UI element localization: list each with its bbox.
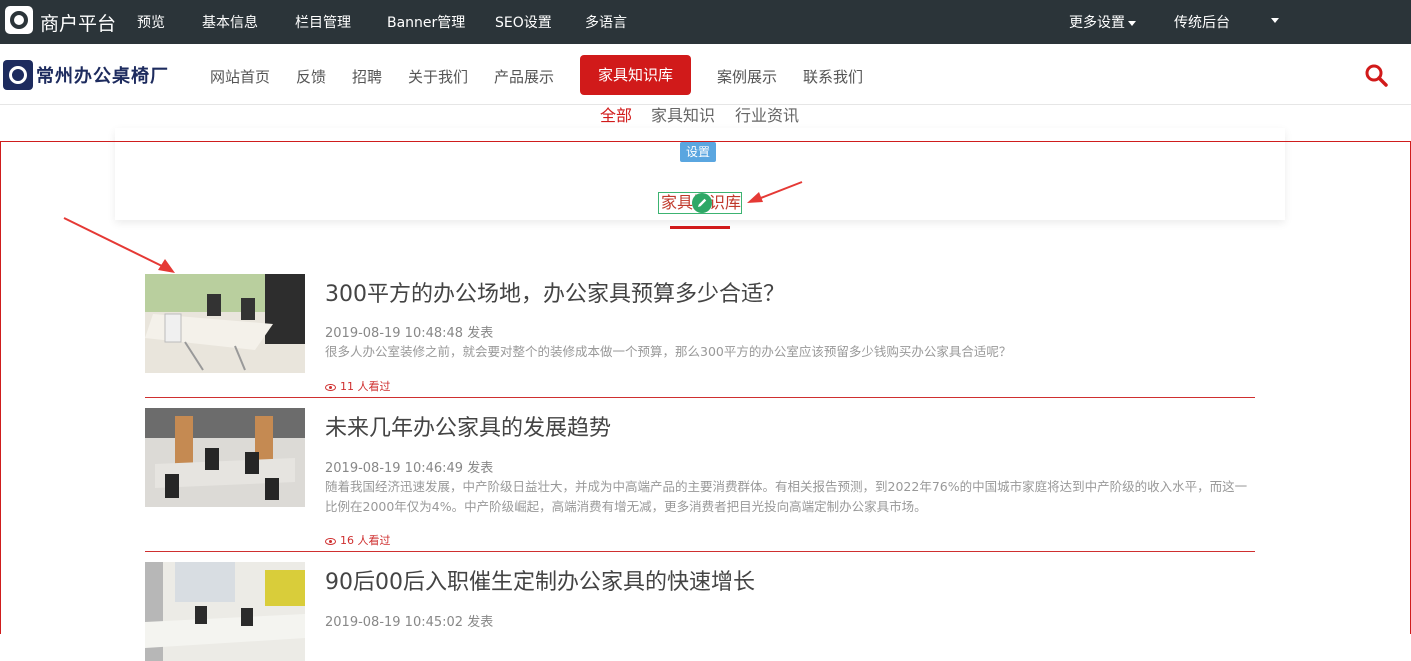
user-menu-dropdown[interactable]: [1268, 12, 1279, 28]
article-title[interactable]: 90后00后入职催生定制办公家具的快速增长: [325, 564, 755, 596]
article-date: 2019-08-19 10:48:48 发表: [325, 326, 494, 341]
eye-icon: [325, 537, 336, 545]
article-views-label: 16 人看过: [340, 534, 391, 547]
article-views-label: 11 人看过: [340, 380, 391, 393]
platform-title[interactable]: 商户平台: [40, 9, 116, 36]
platform-logo-icon[interactable]: [5, 6, 33, 34]
more-settings-dropdown[interactable]: 更多设置: [1069, 12, 1136, 32]
more-settings-label: 更多设置: [1069, 15, 1125, 31]
list-item[interactable]: 未来几年办公家具的发展趋势 2019-08-19 10:46:49 发表 随着我…: [145, 408, 1255, 552]
admin-topbar: 商户平台 预览 基本信息 栏目管理 Banner管理 SEO设置 多语言 更多设…: [0, 0, 1411, 44]
article-views: 11 人看过: [325, 378, 391, 394]
subtab-all[interactable]: 全部: [600, 102, 632, 126]
chevron-down-icon: [1271, 17, 1279, 23]
article-description: 随着我国经济迅速发展，中产阶级日益壮大，并成为中高端产品的主要消费群体。有相关报…: [325, 479, 1248, 514]
article-date: 2019-08-19 10:45:02 发表: [325, 615, 494, 630]
article-divider: [145, 551, 1255, 552]
topbar-item-seo-settings[interactable]: SEO设置: [495, 12, 552, 32]
article-divider: [145, 397, 1255, 398]
nav-item-cases[interactable]: 案例展示: [717, 66, 777, 87]
topbar-item-column-management[interactable]: 栏目管理: [295, 12, 351, 32]
article-views: 16 人看过: [325, 532, 391, 548]
subtab-furniture-knowledge[interactable]: 家具知识: [651, 102, 715, 126]
legacy-admin-link[interactable]: 传统后台: [1174, 12, 1230, 32]
site-navbar: 常州办公桌椅厂 网站首页 反馈 招聘 关于我们 产品展示 家具知识库 案例展示 …: [0, 44, 1411, 105]
nav-item-home[interactable]: 网站首页: [210, 66, 270, 87]
article-title[interactable]: 未来几年办公家具的发展趋势: [325, 410, 611, 442]
chevron-down-icon: [1128, 20, 1136, 26]
article-title[interactable]: 300平方的办公场地，办公家具预算多少合适？: [325, 276, 785, 308]
article-description: 很多人办公室装修之前，就会要对整个的装修成本做一个预算，那么300平方的办公室应…: [325, 344, 1012, 359]
topbar-item-preview[interactable]: 预览: [137, 12, 165, 32]
section-title-editable[interactable]: 家具知识库: [658, 192, 742, 214]
annotation-arrow-icon: [747, 181, 803, 203]
pencil-icon[interactable]: [692, 193, 712, 213]
nav-item-recruitment[interactable]: 招聘: [352, 66, 382, 87]
article-date: 2019-08-19 10:46:49 发表: [325, 461, 494, 476]
eye-icon: [325, 383, 336, 391]
search-icon[interactable]: [1364, 63, 1388, 87]
article-thumbnail[interactable]: [145, 408, 305, 507]
nav-item-contact-us[interactable]: 联系我们: [803, 66, 863, 87]
list-item[interactable]: 90后00后入职催生定制办公家具的快速增长 2019-08-19 10:45:0…: [145, 562, 1255, 661]
section-title-underline: [670, 226, 730, 229]
annotation-arrow-icon: [63, 217, 175, 273]
nav-item-furniture-knowledge[interactable]: 家具知识库: [580, 55, 691, 95]
list-item[interactable]: 300平方的办公场地，办公家具预算多少合适？ 2019-08-19 10:48:…: [145, 274, 1255, 398]
topbar-item-banner-management[interactable]: Banner管理: [387, 12, 465, 32]
subtab-industry-news[interactable]: 行业资讯: [735, 102, 799, 126]
brand-logo-icon[interactable]: [3, 60, 33, 90]
nav-item-products[interactable]: 产品展示: [494, 66, 554, 87]
nav-item-about-us[interactable]: 关于我们: [408, 66, 468, 87]
brand-name[interactable]: 常州办公桌椅厂: [36, 62, 169, 88]
article-thumbnail[interactable]: [145, 562, 305, 661]
topbar-item-multilanguage[interactable]: 多语言: [585, 12, 627, 32]
nav-item-feedback[interactable]: 反馈: [296, 66, 326, 87]
settings-button[interactable]: 设置: [680, 142, 716, 162]
article-thumbnail[interactable]: [145, 274, 305, 373]
topbar-item-basic-info[interactable]: 基本信息: [202, 12, 258, 32]
